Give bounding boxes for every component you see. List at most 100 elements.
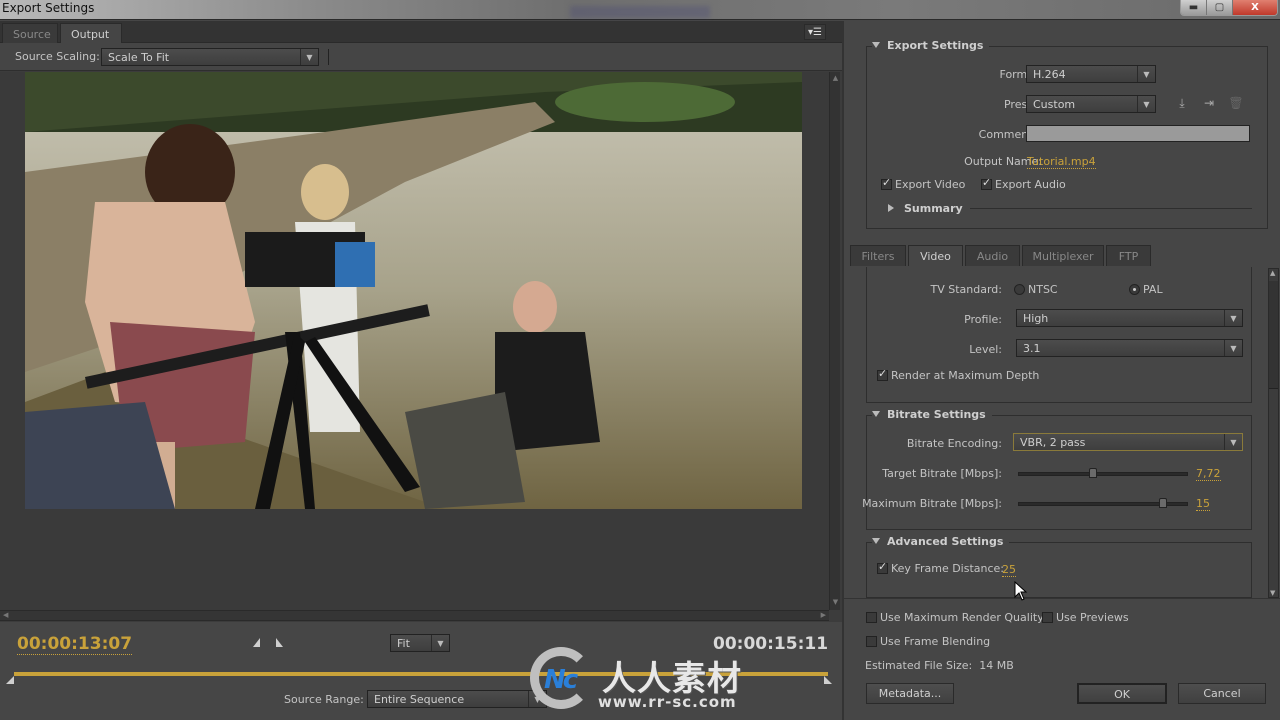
cancel-button[interactable]: Cancel — [1178, 683, 1266, 704]
zoom-level-dropdown[interactable]: Fit ▼ — [390, 634, 450, 652]
output-name-label: Output Name: — [964, 155, 1042, 168]
key-frame-distance-checkbox[interactable]: Key Frame Distance: — [877, 560, 1004, 575]
tab-source[interactable]: Source — [2, 23, 58, 43]
minimize-button[interactable]: ▬ — [1181, 0, 1207, 15]
source-range-label: Source Range: — [284, 693, 364, 706]
format-dropdown[interactable]: H.264 ▼ — [1026, 65, 1156, 83]
source-range-value: Entire Sequence — [374, 693, 465, 706]
scroll-down-icon[interactable]: ▼ — [831, 598, 840, 608]
ok-button[interactable]: OK — [1077, 683, 1167, 704]
source-scaling-value: Scale To Fit — [108, 51, 170, 64]
profile-dropdown[interactable]: High ▼ — [1016, 309, 1243, 327]
save-preset-icon[interactable]: ⤓ — [1174, 96, 1190, 110]
use-max-render-quality-label: Use Maximum Render Quality — [880, 611, 1044, 624]
level-label: Level: — [969, 343, 1002, 356]
preview-vertical-scrollbar[interactable]: ▲ ▼ — [829, 72, 840, 610]
ntsc-radio[interactable]: NTSC — [1014, 283, 1058, 296]
background-app-title — [570, 6, 710, 18]
use-previews-checkbox[interactable]: Use Previews — [1042, 611, 1129, 624]
restore-icon: ▢ — [1214, 2, 1225, 13]
export-settings-panel: Export Settings Format: H.264 ▼ Preset: … — [842, 21, 1280, 720]
tab-video[interactable]: Video — [908, 245, 963, 266]
tab-filters[interactable]: Filters — [850, 245, 906, 266]
radio-selected-icon — [1129, 284, 1140, 295]
comments-label: Comments: — [978, 128, 1042, 141]
use-frame-blending-checkbox[interactable]: Use Frame Blending — [866, 635, 990, 648]
divider — [970, 208, 1252, 209]
panel-menu-icon: ▾☰ — [808, 26, 822, 38]
preset-value: Custom — [1033, 98, 1076, 111]
key-frame-distance-value[interactable]: 25 — [1002, 563, 1016, 577]
settings-vertical-scrollbar[interactable]: ▲ ▼ — [1268, 268, 1279, 598]
scroll-right-icon[interactable]: ▶ — [821, 611, 826, 619]
chevron-down-icon: ▼ — [528, 691, 546, 707]
tab-multiplexer[interactable]: Multiplexer — [1022, 245, 1104, 266]
tab-ftp[interactable]: FTP — [1106, 245, 1151, 266]
preview-tabs: Source Output ▾☰ — [0, 21, 842, 43]
source-range-dropdown[interactable]: Entire Sequence ▼ — [367, 690, 547, 708]
scroll-down-icon[interactable]: ▼ — [1270, 589, 1275, 597]
tv-standard-label: TV Standard: — [930, 283, 1003, 296]
scroll-up-icon[interactable]: ▲ — [1270, 269, 1275, 277]
use-previews-label: Use Previews — [1056, 611, 1129, 624]
checkbox-checked-icon — [877, 367, 888, 381]
render-max-depth-checkbox[interactable]: Render at Maximum Depth — [877, 367, 1039, 382]
close-button[interactable]: X — [1233, 0, 1277, 15]
expand-triangle-icon — [888, 204, 894, 212]
set-in-point-icon[interactable] — [253, 638, 260, 647]
use-max-render-quality-checkbox[interactable]: Use Maximum Render Quality — [866, 611, 1044, 624]
pal-radio[interactable]: PAL — [1129, 283, 1163, 296]
checkbox-unchecked-icon — [1042, 612, 1053, 623]
estimated-file-size-label: Estimated File Size: — [865, 659, 973, 672]
metadata-button[interactable]: Metadata... — [866, 683, 954, 704]
current-timecode[interactable]: 00:00:13:07 — [17, 634, 133, 655]
format-label: Format: — [999, 68, 1042, 81]
checkbox-unchecked-icon — [866, 612, 877, 623]
export-audio-checkbox[interactable]: Export Audio — [981, 176, 1066, 191]
checkbox-checked-icon — [877, 560, 888, 574]
preview-horizontal-scrollbar[interactable]: ◀ ▶ — [0, 610, 829, 621]
target-bitrate-slider[interactable] — [1018, 468, 1188, 478]
panel-menu-button[interactable]: ▾☰ — [804, 24, 826, 40]
scroll-up-icon[interactable]: ▲ — [831, 74, 840, 84]
set-out-point-icon[interactable] — [276, 638, 283, 647]
work-area-bar[interactable] — [14, 672, 828, 676]
slider-thumb[interactable] — [1159, 498, 1168, 508]
import-preset-icon[interactable]: ⇥ — [1201, 96, 1217, 110]
bitrate-encoding-dropdown[interactable]: VBR, 2 pass ▼ — [1013, 433, 1243, 451]
delete-preset-icon[interactable]: 🗑 — [1228, 96, 1244, 110]
range-end-handle[interactable] — [824, 676, 832, 684]
collapse-triangle-icon — [872, 411, 880, 417]
profile-label: Profile: — [964, 313, 1002, 326]
scrollbar-thumb[interactable] — [1269, 281, 1278, 389]
range-start-handle[interactable] — [6, 676, 14, 684]
divider — [328, 49, 329, 65]
preset-label: Preset: — [1003, 98, 1042, 111]
chevron-down-icon: ▼ — [1137, 96, 1155, 112]
window-controls: ▬ ▢ X — [1180, 0, 1278, 16]
advanced-settings-header[interactable]: Advanced Settings — [872, 535, 1010, 548]
restore-button[interactable]: ▢ — [1207, 0, 1233, 15]
video-frame-image — [25, 72, 802, 509]
export-video-checkbox[interactable]: Export Video — [881, 176, 965, 191]
bitrate-settings-header[interactable]: Bitrate Settings — [872, 408, 992, 421]
comments-field[interactable] — [1026, 125, 1250, 142]
bitrate-encoding-value: VBR, 2 pass — [1020, 436, 1086, 449]
maximum-bitrate-label: Maximum Bitrate [Mbps]: — [862, 497, 1002, 510]
slider-thumb[interactable] — [1088, 468, 1097, 478]
target-bitrate-value[interactable]: 7,72 — [1196, 467, 1221, 481]
tab-audio[interactable]: Audio — [965, 245, 1020, 266]
zoom-level-value: Fit — [397, 637, 410, 650]
level-dropdown[interactable]: 3.1 ▼ — [1016, 339, 1243, 357]
tab-output[interactable]: Output — [60, 23, 122, 43]
maximum-bitrate-value[interactable]: 15 — [1196, 497, 1210, 511]
summary-header[interactable]: Summary — [888, 202, 969, 215]
output-name-link[interactable]: Tutorial.mp4 — [1027, 155, 1096, 169]
scroll-left-icon[interactable]: ◀ — [3, 611, 8, 619]
maximum-bitrate-slider[interactable] — [1018, 498, 1188, 508]
source-scaling-dropdown[interactable]: Scale To Fit ▼ — [101, 48, 319, 66]
preset-dropdown[interactable]: Custom ▼ — [1026, 95, 1156, 113]
export-settings-header[interactable]: Export Settings — [872, 39, 990, 52]
minimize-icon: ▬ — [1188, 2, 1199, 13]
checkbox-checked-icon — [981, 176, 992, 190]
